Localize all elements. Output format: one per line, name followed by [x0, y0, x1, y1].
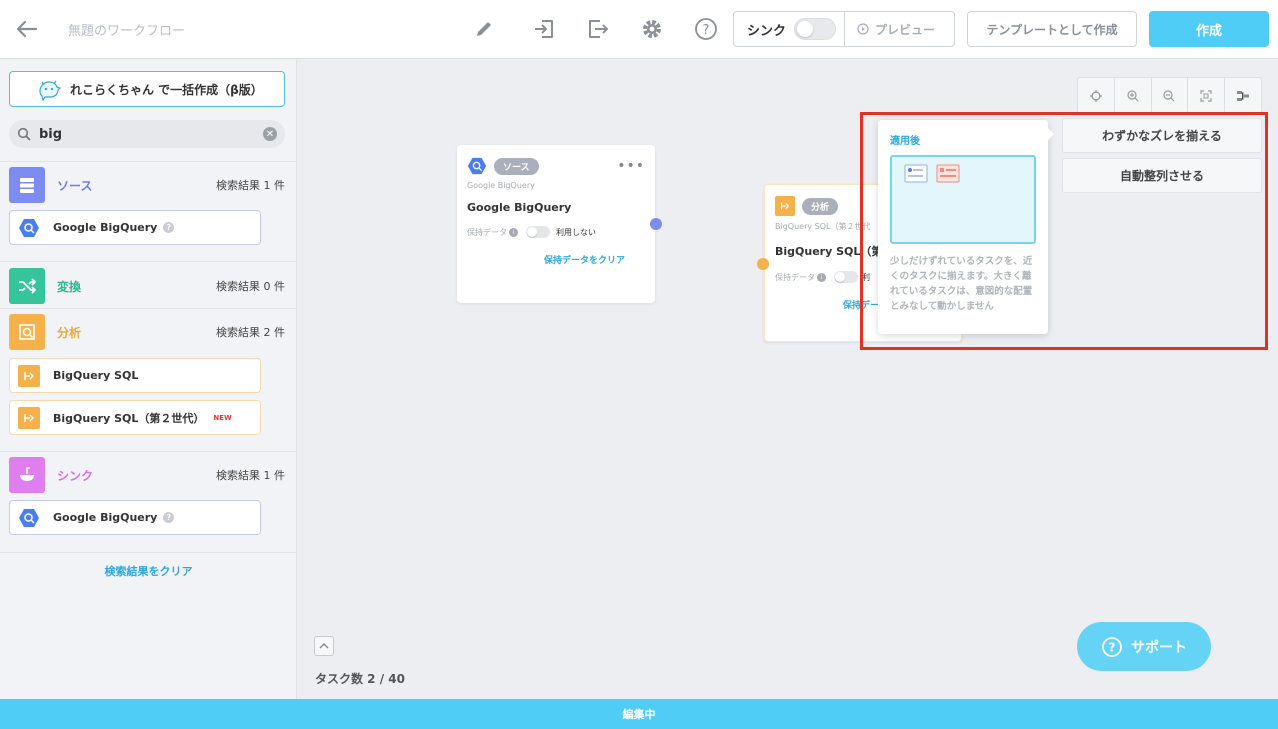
- search-input[interactable]: [39, 126, 249, 142]
- shuffle-icon: [9, 268, 45, 304]
- retain-data-toggle[interactable]: [834, 271, 858, 283]
- arrange-icon[interactable]: [1225, 78, 1261, 114]
- sink-icon: [9, 457, 45, 493]
- retain-data-toggle[interactable]: [526, 226, 550, 238]
- zoom-out-icon[interactable]: [1152, 78, 1189, 114]
- item-label: Google BigQuery: [53, 221, 158, 234]
- workflow-node-source[interactable]: ソース ••• Google BigQuery Google BigQuery …: [457, 145, 655, 303]
- sidebar-item-bigquery-sql[interactable]: BigQuery SQL: [9, 358, 261, 393]
- sync-label: シンク: [747, 23, 787, 39]
- sql-icon: [775, 196, 795, 216]
- create-as-template-button[interactable]: テンプレートとして作成: [967, 11, 1137, 47]
- section-source-count: 検索結果 1 件: [216, 179, 285, 192]
- section-sink-name: シンク: [57, 468, 94, 483]
- workflow-title[interactable]: 無題のワークフロー: [68, 20, 185, 39]
- node-service-name: Google BigQuery: [467, 181, 535, 190]
- sync-toggle[interactable]: [794, 18, 837, 40]
- analysis-chart-icon: [9, 314, 45, 350]
- retain-data-label: 保持データ: [775, 272, 815, 282]
- search-box: ✕: [9, 120, 285, 148]
- workflow-canvas[interactable]: ソース ••• Google BigQuery Google BigQuery …: [298, 60, 1278, 699]
- section-analysis-name: 分析: [57, 325, 82, 340]
- node-retain-row: 保持データ i 利用しない: [467, 226, 645, 238]
- section-transform-count: 検索結果 0 件: [216, 280, 285, 293]
- divider: [0, 308, 297, 309]
- bigquery-icon: [467, 156, 487, 176]
- clear-retained-wrap: 保持データをクリア: [467, 248, 645, 267]
- sidebar-item-google-bigquery-source[interactable]: Google BigQuery ?: [9, 210, 261, 245]
- status-bar: 編集中: [0, 699, 1278, 729]
- status-label: 編集中: [622, 708, 656, 721]
- section-transform-header: 変換 検索結果 0 件: [9, 268, 285, 304]
- toggle-state-label: 利用しない: [556, 227, 596, 237]
- ai-bulk-create-button[interactable]: れこらくちゃん で一括作成（β版）: [9, 71, 285, 107]
- section-source-header: ソース 検索結果 1 件: [9, 167, 285, 203]
- highlight-annotation-box: [860, 112, 1268, 350]
- svg-text:?: ?: [1109, 640, 1116, 654]
- preview-label: プレビュー: [875, 22, 936, 37]
- fit-icon[interactable]: [1188, 78, 1226, 114]
- task-count: タスク数 2 / 40: [315, 672, 405, 686]
- node-title: Google BigQuery: [467, 201, 572, 214]
- svg-text:?: ?: [703, 23, 710, 38]
- item-label: BigQuery SQL: [53, 369, 139, 382]
- item-label: Google BigQuery: [53, 511, 158, 524]
- ai-bulk-create-label: れこらくちゃん で一括作成（β版）: [70, 82, 263, 97]
- sync-toggle-area[interactable]: シンク: [734, 12, 845, 46]
- sidebar-item-bigquery-sql-gen2[interactable]: BigQuery SQL（第２世代） NEW: [9, 400, 261, 435]
- database-icon: [9, 167, 45, 203]
- divider: [0, 261, 297, 262]
- create-button[interactable]: 作成: [1149, 11, 1269, 47]
- help-icon[interactable]: ?: [694, 16, 718, 42]
- question-icon[interactable]: ?: [163, 222, 175, 233]
- section-sink-count: 検索結果 1 件: [216, 469, 285, 482]
- node-category-pill: 分析: [802, 197, 839, 215]
- target-icon[interactable]: [1078, 78, 1115, 114]
- clear-icon[interactable]: ✕: [263, 127, 277, 141]
- sync-preview-group: シンク プレビュー: [733, 11, 955, 47]
- new-badge: NEW: [213, 413, 232, 422]
- bigquery-icon: [18, 507, 40, 529]
- sql-icon: [18, 406, 40, 429]
- divider: [0, 451, 297, 452]
- zoom-in-icon[interactable]: [1115, 78, 1152, 114]
- header: 無題のワークフロー ? シンク プレビュー テンプレートとして作成 作成: [0, 0, 1278, 59]
- more-options-icon[interactable]: •••: [617, 158, 645, 174]
- sql-icon: [18, 364, 40, 387]
- divider: [0, 552, 297, 553]
- section-source-name: ソース: [57, 178, 93, 193]
- question-icon[interactable]: ?: [163, 512, 175, 523]
- info-icon[interactable]: i: [817, 272, 826, 282]
- section-transform-name: 変換: [57, 279, 82, 294]
- section-analysis-count: 検索結果 2 件: [216, 326, 285, 339]
- support-label: サポート: [1131, 639, 1187, 656]
- divider: [0, 161, 297, 162]
- chevron-up-icon[interactable]: [314, 636, 334, 656]
- sidebar-item-google-bigquery-sink[interactable]: Google BigQuery ?: [9, 500, 261, 535]
- clear-search-results-link[interactable]: 検索結果をクリア: [0, 563, 297, 579]
- clear-retained-data-link[interactable]: 保持データをクリア: [544, 256, 625, 266]
- item-label: BigQuery SQL（第２世代）: [53, 411, 205, 425]
- retain-data-label: 保持データ: [467, 227, 507, 237]
- export-icon[interactable]: [586, 16, 610, 42]
- bigquery-icon: [18, 217, 40, 239]
- node-category-pill: ソース: [494, 157, 539, 175]
- mascot-icon: [39, 80, 62, 101]
- sidebar: れこらくちゃん で一括作成（β版） ✕ ソース 検索結果 1 件 Google …: [0, 60, 297, 699]
- support-button[interactable]: ? サポート: [1077, 622, 1211, 671]
- import-icon[interactable]: [532, 16, 556, 42]
- section-analysis-header: 分析 検索結果 2 件: [9, 314, 285, 350]
- preview-button[interactable]: プレビュー: [845, 12, 954, 46]
- node-output-port[interactable]: [650, 218, 662, 230]
- search-icon: [17, 127, 31, 141]
- node-input-port[interactable]: [757, 258, 769, 270]
- info-icon[interactable]: i: [509, 227, 518, 237]
- play-circle-icon: [857, 23, 869, 35]
- section-sink-header: シンク 検索結果 1 件: [9, 457, 285, 493]
- pencil-icon[interactable]: [472, 16, 496, 42]
- gear-icon[interactable]: [640, 16, 664, 42]
- back-arrow-icon[interactable]: [14, 17, 40, 41]
- canvas-toolbar: [1077, 77, 1262, 115]
- help-icon: ?: [1102, 636, 1122, 657]
